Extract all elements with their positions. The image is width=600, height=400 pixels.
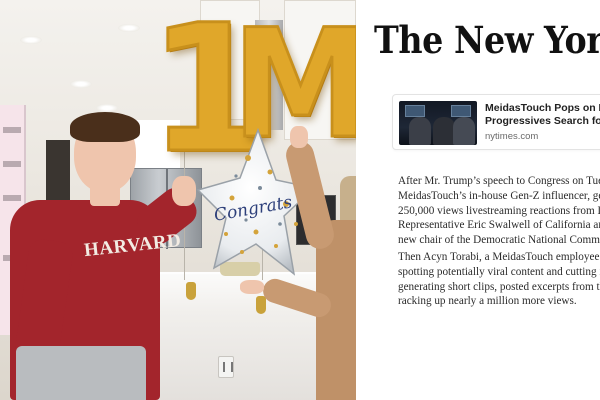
article-paragraph: After Mr. Trump’s speech to Congress on …: [398, 174, 600, 248]
article-panel: The New York MeidasTouch Pops on Podcast…: [356, 0, 600, 400]
paragraph-line: Representative Eric Swalwell of Californ…: [398, 219, 600, 232]
linked-article-card[interactable]: MeidasTouch Pops on Podcast Progressives…: [392, 94, 600, 150]
linked-article-title-continued[interactable]: Progressives Search for Answ: [485, 115, 600, 128]
paragraph-line: After Mr. Trump’s speech to Congress on …: [398, 175, 600, 187]
ceiling-light: [70, 80, 92, 88]
paragraph-line: new chair of the Democratic National Com…: [398, 234, 600, 247]
ceiling-light: [118, 24, 140, 32]
pointing-hand: [172, 176, 196, 206]
paragraph-line: spotting potentially viral content and c…: [398, 265, 600, 278]
wall-outlet: [218, 356, 234, 378]
gold-decoration: [256, 296, 266, 314]
ceiling-light: [96, 104, 118, 112]
linked-article-domain: nytimes.com: [485, 131, 539, 142]
gray-pants: [16, 346, 146, 400]
article-paragraph: Then Acyn Torabi, a MeidasTouch employee…: [398, 250, 600, 309]
gold-decoration: [186, 282, 196, 300]
publication-masthead: The New York: [374, 18, 600, 62]
linked-article-title[interactable]: MeidasTouch Pops on Podcast: [485, 102, 600, 115]
paragraph-line: generating short clips, posted excerpts …: [398, 280, 600, 293]
article-photo: 1 M Congrats HARVARD: [0, 0, 356, 400]
paragraph-line: racking up nearly a million more views.: [398, 295, 577, 308]
paragraph-line: MeidasTouch’s in-house Gen-Z influencer,…: [398, 189, 600, 202]
paragraph-line: 250,000 views livestreaming reactions fr…: [398, 204, 600, 217]
paragraph-line: Then Acyn Torabi, a MeidasTouch employee…: [398, 251, 600, 263]
podcast-studio-thumbnail: [399, 101, 477, 145]
ceiling-light: [20, 36, 42, 44]
